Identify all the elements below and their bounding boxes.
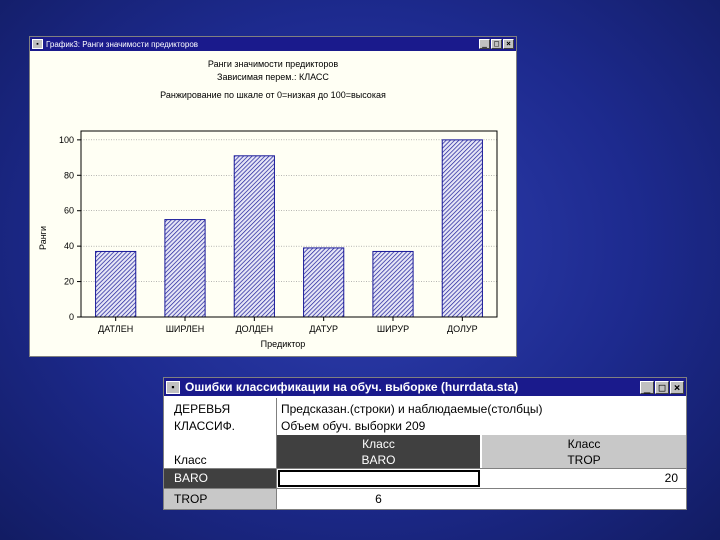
column-header-line: TROP <box>567 453 601 467</box>
info-line-2: Объем обуч. выборки 209 <box>281 419 426 433</box>
close-button[interactable]: × <box>670 380 684 394</box>
y-tick-label: 80 <box>64 170 74 180</box>
column-header-line: Класс <box>567 437 601 451</box>
table-cell[interactable] <box>482 489 678 509</box>
bar <box>164 219 206 318</box>
plot-frame <box>80 130 498 318</box>
corner-line-1: ДЕРЕВЬЯ <box>174 402 231 416</box>
window-menu-icon[interactable]: ▪ <box>166 380 180 394</box>
column-header-trop[interactable]: Класс TROP <box>482 435 686 468</box>
table-corner: ДЕРЕВЬЯ КЛАССИФ. <box>174 401 274 435</box>
row-header-trop[interactable]: TROP <box>164 489 276 509</box>
column-header-line: Класс <box>362 437 395 451</box>
minimize-button[interactable]: _ <box>640 380 654 394</box>
table-cell[interactable]: 20 <box>482 469 678 488</box>
chart-window-title: График3: Ранги значимости предикторов <box>46 39 199 49</box>
corner-line-2: КЛАССИФ. <box>174 419 236 433</box>
bar <box>441 139 483 318</box>
bar <box>233 155 275 318</box>
y-tick-label: 100 <box>59 135 74 145</box>
column-header-baro[interactable]: Класс BARO <box>277 435 480 468</box>
x-tick-label: ДОЛДЕН <box>236 324 274 334</box>
column-header-line: BARO <box>361 453 396 467</box>
info-line-1: Предсказан.(строки) и наблюдаемые(столбц… <box>281 402 543 416</box>
bar <box>303 247 345 318</box>
classification-window: ▪ Ошибки классификации на обуч. выборке … <box>163 377 687 510</box>
table-cell-selected[interactable] <box>278 470 480 487</box>
table-cell[interactable]: 6 <box>277 489 480 509</box>
chart-window: ▪ График3: Ранги значимости предикторов … <box>29 36 517 357</box>
x-tick-label: ШИРЛЕН <box>166 324 205 334</box>
close-button[interactable]: × <box>503 39 514 49</box>
maximize-button[interactable]: □ <box>655 380 669 394</box>
bar <box>95 250 137 318</box>
y-tick-label: 20 <box>64 277 74 287</box>
maximize-button[interactable]: □ <box>491 39 502 49</box>
y-axis-label: Ранги <box>38 226 48 250</box>
x-tick-label: ДАТЛЕН <box>98 324 133 334</box>
bar-chart: 0 20 40 60 80 100 ДАТЛЕН ШИРЛЕН ДОЛДЕН ДАТУР ШИРУР… <box>38 130 498 349</box>
classification-window-titlebar[interactable]: ▪ Ошибки классификации на обуч. выборке … <box>164 378 686 396</box>
y-tick-label: 0 <box>69 312 74 322</box>
x-tick-label: ДАТУР <box>309 324 338 334</box>
chart-window-titlebar[interactable]: ▪ График3: Ранги значимости предикторов … <box>30 37 516 51</box>
x-tick-label: ДОЛУР <box>447 324 478 334</box>
table-info: Предсказан.(строки) и наблюдаемые(столбц… <box>281 401 681 435</box>
minimize-button[interactable]: _ <box>479 39 490 49</box>
x-axis-label: Предиктор <box>261 339 306 349</box>
bar <box>372 250 414 318</box>
x-tick-label: ШИРУР <box>377 324 409 334</box>
window-menu-icon[interactable]: ▪ <box>32 39 43 49</box>
row-header-baro[interactable]: BARO <box>164 469 276 488</box>
classification-window-title: Ошибки классификации на обуч. выборке (h… <box>185 380 519 394</box>
row-header-label: Класс <box>174 453 207 467</box>
y-tick-label: 40 <box>64 241 74 251</box>
y-tick-label: 60 <box>64 206 74 216</box>
